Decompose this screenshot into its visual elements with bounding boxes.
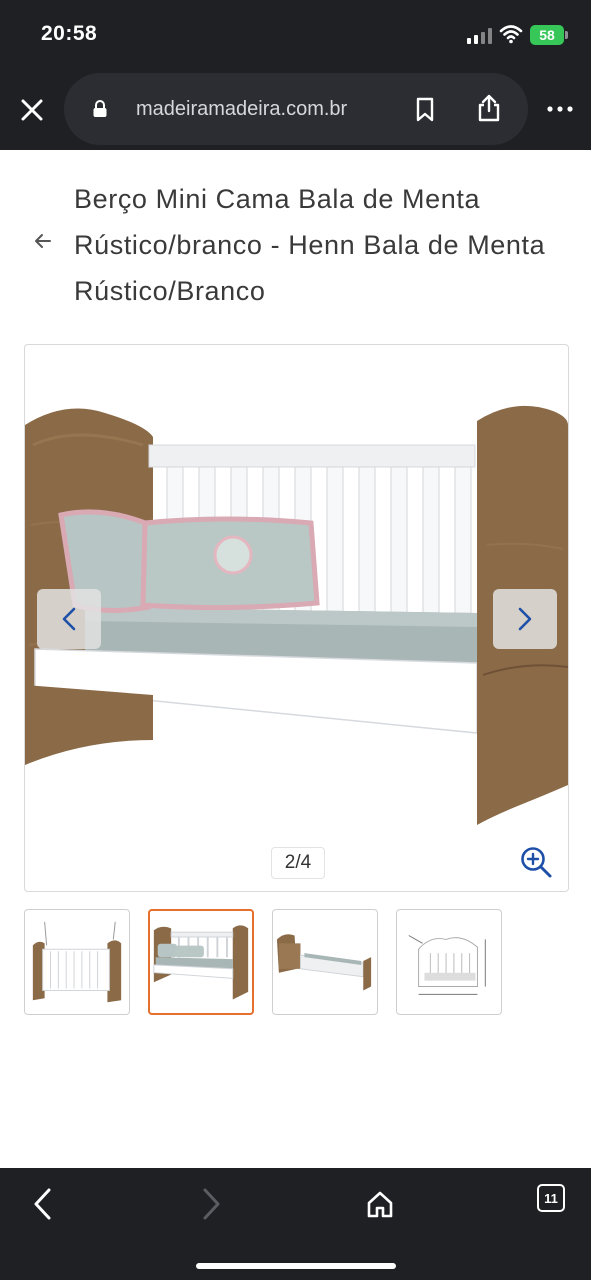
next-image-button[interactable] bbox=[493, 589, 557, 649]
browser-top-bar: 20:58 58 madeiramadeira.com.br bbox=[0, 0, 591, 150]
status-time: 20:58 bbox=[41, 22, 98, 45]
product-gallery: 2/4 bbox=[24, 344, 569, 892]
home-indicator bbox=[196, 1263, 396, 1269]
url-text[interactable]: madeiramadeira.com.br bbox=[136, 98, 386, 121]
zoom-in-icon[interactable] bbox=[519, 845, 553, 879]
battery-indicator: 58 bbox=[530, 25, 568, 45]
close-button[interactable] bbox=[14, 92, 50, 128]
tabs-icon: 11 bbox=[537, 1184, 565, 1212]
product-title: Berço Mini Cama Bala de Menta Rústico/br… bbox=[74, 184, 546, 306]
lock-icon bbox=[93, 100, 107, 117]
bookmark-icon[interactable] bbox=[414, 97, 436, 123]
forward-icon bbox=[203, 1188, 220, 1220]
back-icon bbox=[34, 1188, 51, 1220]
thumbnail-bed-side[interactable] bbox=[272, 909, 378, 1015]
share-icon[interactable] bbox=[476, 93, 502, 123]
chevron-right-icon bbox=[518, 607, 532, 631]
chevron-left-icon bbox=[62, 607, 76, 631]
home-icon bbox=[367, 1191, 393, 1218]
address-bar[interactable]: madeiramadeira.com.br bbox=[64, 73, 528, 145]
thumbnail-crib[interactable] bbox=[24, 909, 130, 1015]
back-arrow-icon[interactable] bbox=[32, 230, 54, 252]
thumbnail-mini-bed[interactable] bbox=[148, 909, 254, 1015]
previous-image-button[interactable] bbox=[37, 589, 101, 649]
product-image bbox=[25, 405, 568, 825]
image-counter: 2/4 bbox=[271, 847, 325, 879]
home-button[interactable] bbox=[360, 1184, 400, 1224]
thumbnail-strip bbox=[24, 909, 504, 1017]
thumbnail-dimensions[interactable] bbox=[396, 909, 502, 1015]
close-icon bbox=[21, 99, 43, 121]
signal-icon bbox=[467, 28, 492, 44]
forward-button[interactable] bbox=[192, 1184, 232, 1224]
wifi-icon bbox=[499, 25, 523, 44]
more-icon[interactable] bbox=[546, 100, 574, 118]
back-button[interactable] bbox=[22, 1184, 62, 1224]
tabs-button[interactable]: 11 bbox=[537, 1184, 577, 1224]
